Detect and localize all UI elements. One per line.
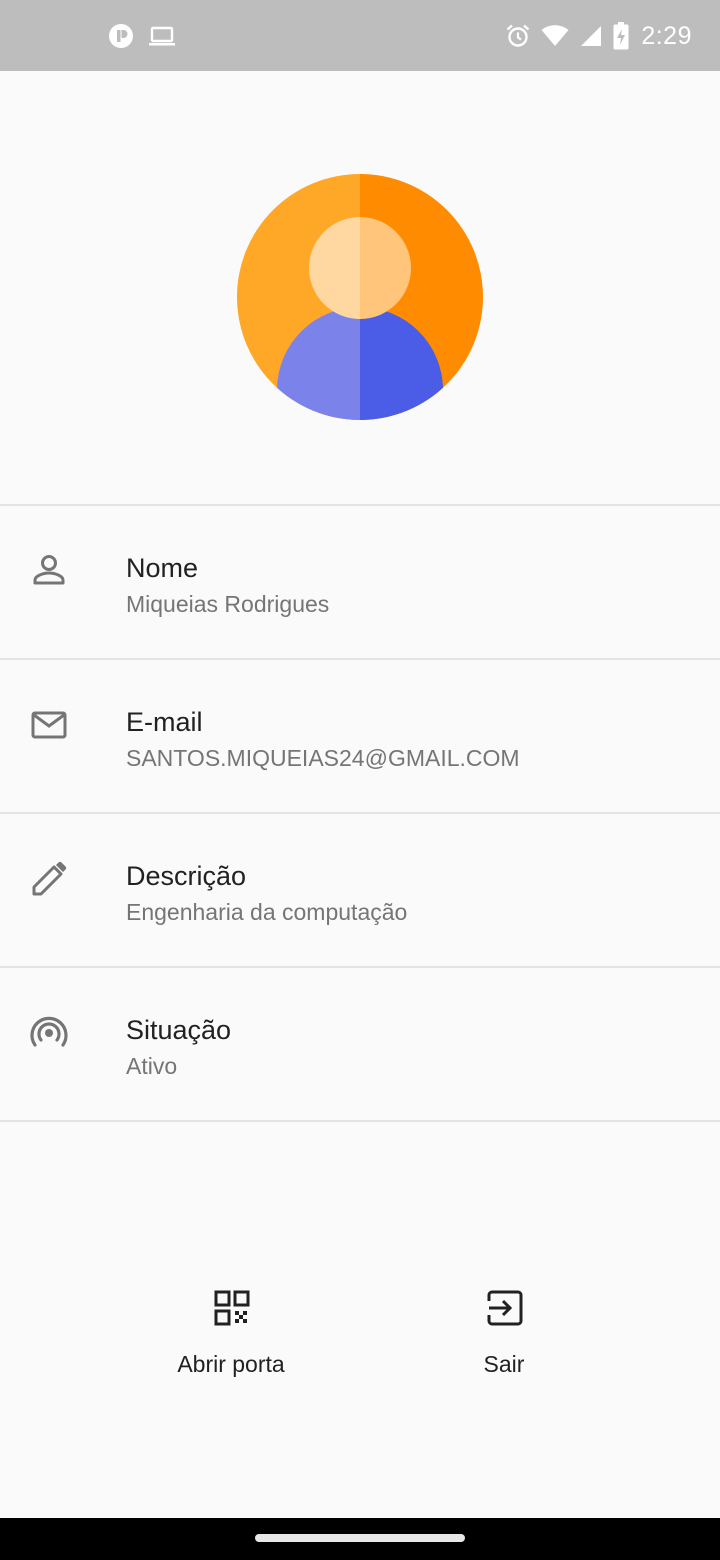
mail-icon	[31, 711, 67, 739]
item-title: Descrição	[126, 861, 247, 891]
item-title: E-mail	[126, 707, 203, 737]
list-item-situacao: Situação Ativo	[0, 968, 720, 1120]
status-right-icons: 2:29	[505, 20, 692, 52]
bottom-actions: Abrir porta Sair	[0, 1280, 720, 1400]
open-door-button[interactable]: Abrir porta	[121, 1280, 341, 1390]
profile-avatar	[237, 174, 483, 420]
laptop-icon	[149, 26, 175, 46]
list-item-email: E-mail SANTOS.MIQUEIAS24@GMAIL.COM	[0, 660, 720, 812]
wifi-icon	[541, 25, 569, 46]
item-title: Nome	[126, 553, 199, 583]
navigation-bar	[0, 1518, 720, 1560]
item-value: Engenharia da computação	[126, 899, 408, 925]
status-bar: 2:29	[0, 0, 720, 71]
home-gesture-handle[interactable]	[255, 1534, 465, 1542]
list-item-nome: Nome Miqueias Rodrigues	[0, 506, 720, 658]
status-left-icons	[108, 22, 176, 50]
pencil-icon	[32, 861, 67, 896]
list-item-descricao: Descrição Engenharia da computação	[0, 814, 720, 966]
app-notification-icon	[109, 24, 133, 48]
battery-charging-icon	[613, 22, 629, 50]
divider	[0, 1120, 720, 1122]
item-value: Miqueias Rodrigues	[126, 591, 330, 617]
profile-info-list: Nome Miqueias Rodrigues E-mail SANTOS.MI…	[0, 504, 720, 1122]
item-value: SANTOS.MIQUEIAS24@GMAIL.COM	[126, 745, 520, 771]
exit-icon	[487, 1290, 523, 1326]
status-time: 2:29	[641, 21, 692, 50]
item-value: Ativo	[126, 1053, 178, 1079]
alarm-icon	[507, 24, 530, 47]
exit-label: Sair	[483, 1351, 525, 1377]
open-door-label: Abrir porta	[177, 1351, 285, 1377]
exit-button[interactable]: Sair	[394, 1280, 614, 1390]
item-title: Situação	[126, 1015, 232, 1045]
signal-icon	[581, 26, 602, 46]
qr-code-icon	[214, 1290, 250, 1326]
person-icon	[33, 555, 65, 585]
person-avatar-icon	[237, 174, 483, 420]
signal-broadcast-icon	[30, 1016, 68, 1047]
